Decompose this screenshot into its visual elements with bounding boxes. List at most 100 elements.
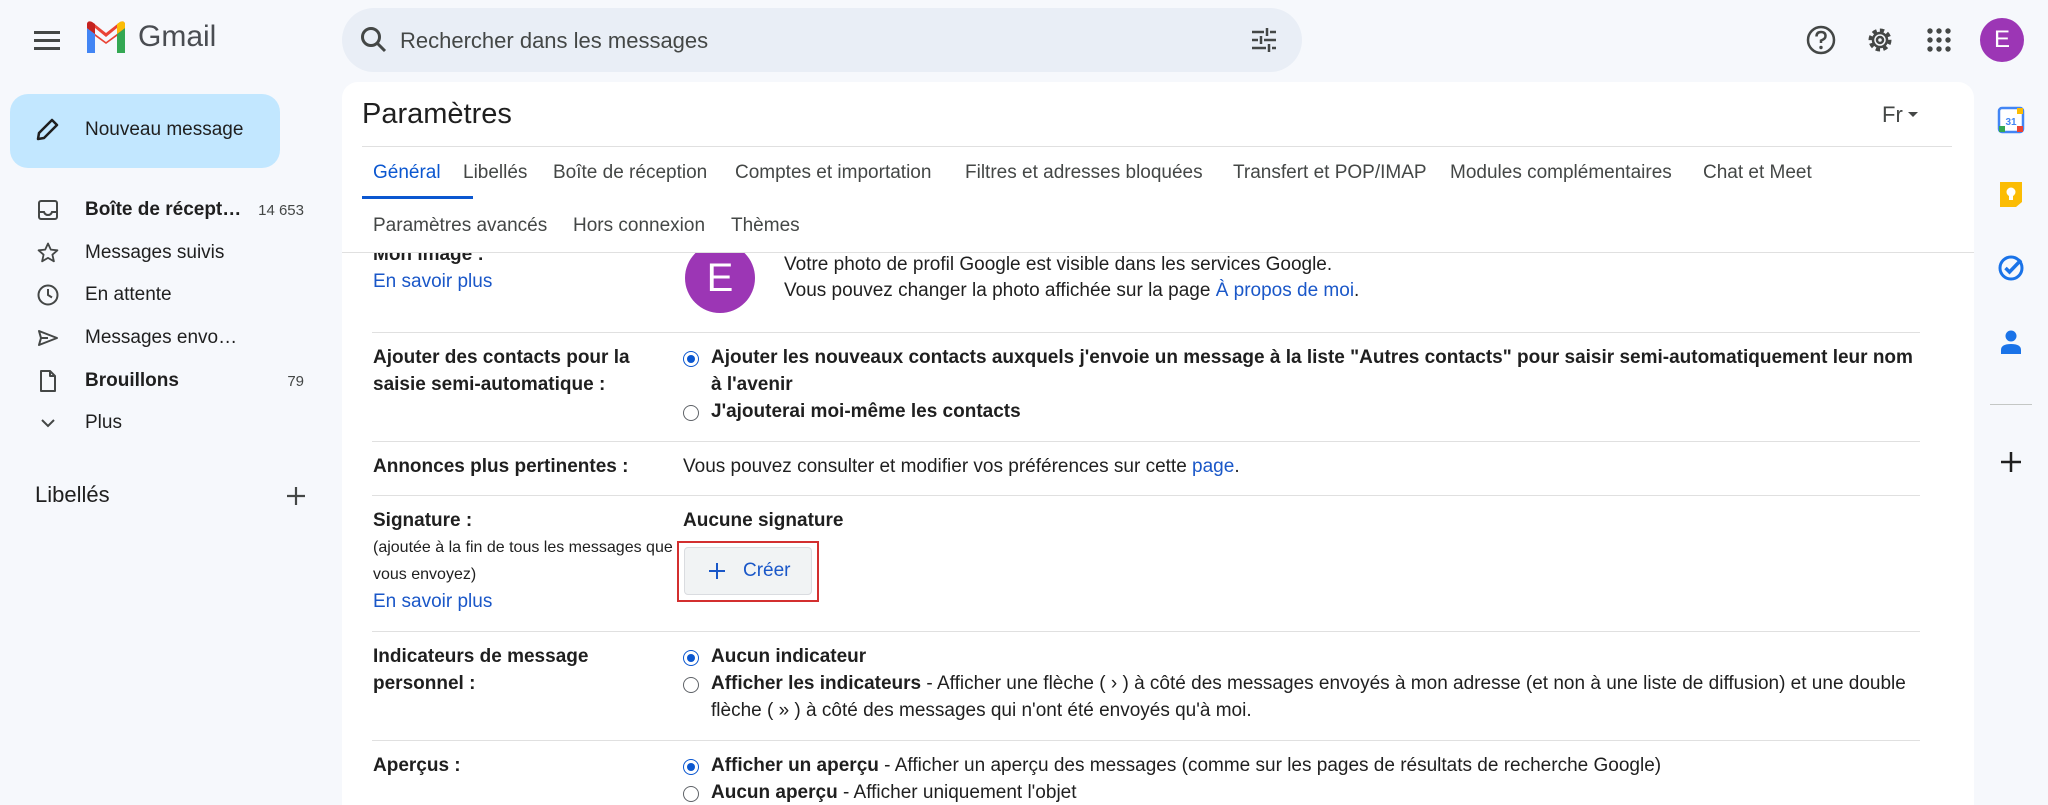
autocomplete-label-line1: Ajouter des contacts pour la [373,347,630,368]
help-button[interactable] [1801,20,1841,60]
no-signature-text: Aucune signature [683,510,844,531]
header-divider [362,146,1952,147]
help-icon [1806,25,1836,55]
draft-count: 79 [287,372,304,390]
send-icon [34,324,62,352]
show-indicators-bold: Afficher les indicateurs [711,673,922,694]
autocomplete-manual-radio[interactable] [683,405,699,421]
compose-button[interactable]: Nouveau message [10,94,280,168]
top-bar: Gmail Rechercher dans les messages E [0,0,2048,80]
tab-general[interactable]: Général [373,162,441,184]
contacts-app-button[interactable] [1995,326,2027,358]
no-indicators-radio[interactable] [683,650,699,666]
row-divider [372,740,1920,741]
row-divider [372,495,1920,496]
indicators-label-line2: personnel : [373,673,476,694]
sidebar-item-starred[interactable]: Messages suivis [0,232,320,274]
previews-label: Aperçus : [373,755,461,776]
tab-labels[interactable]: Libellés [463,162,527,184]
compose-label: Nouveau message [85,119,244,140]
autocomplete-label-line2: saisie semi-automatique : [373,374,606,395]
autocomplete-auto-option-line1: Ajouter les nouveaux contacts auxquels j… [711,347,1913,368]
tasks-app-button[interactable] [1995,252,2027,284]
plus-icon [2001,452,2021,472]
tab-addons[interactable]: Modules complémentaires [1450,162,1672,184]
show-indicators-option-line2: flèche ( » ) à côté des messages qui n'o… [711,700,1252,721]
app-name: Gmail [138,20,217,53]
settings-panel: Paramètres Fr Général Libellés Boîte de … [342,82,1974,805]
sidebar-item-snoozed[interactable]: En attente [0,274,320,316]
tab-inbox[interactable]: Boîte de réception [553,162,707,184]
sidebar-item-label: Boîte de réception [85,199,245,220]
rail-divider [1990,404,2032,405]
no-indicators-option: Aucun indicateur [711,646,867,667]
sidebar-item-drafts[interactable]: Brouillons 79 [0,360,320,402]
row-divider [372,441,1920,442]
tab-chat-meet[interactable]: Chat et Meet [1703,162,1812,184]
tab-forwarding[interactable]: Transfert et POP/IMAP [1233,162,1427,184]
search-input[interactable]: Rechercher dans les messages [400,28,708,54]
settings-content: Mon image : En savoir plus E Votre photo… [342,253,1974,805]
sidebar-item-sent[interactable]: Messages envoyés [0,317,320,359]
signature-learn-more-link[interactable]: En savoir plus [373,591,492,613]
hamburger-menu-icon [34,31,60,50]
row-divider [372,631,1920,632]
active-tab-indicator [362,196,473,199]
tab-offline[interactable]: Hors connexion [573,215,705,237]
create-signature-label: Créer [743,560,791,581]
sidebar-item-more[interactable]: Plus [0,402,320,444]
tab-advanced[interactable]: Paramètres avancés [373,215,547,237]
keep-app-button[interactable] [1995,178,2027,210]
search-options-icon[interactable] [1248,24,1280,56]
show-indicators-radio[interactable] [683,677,699,693]
my-image-learn-more-link[interactable]: En savoir plus [373,271,492,293]
language-label: Fr [1882,102,1903,127]
sidebar-item-label: Brouillons [85,370,179,391]
autocomplete-auto-radio[interactable] [683,351,699,367]
change-photo-suffix: . [1354,280,1360,301]
show-indicators-desc: - Afficher une flèche ( › ) à côté des m… [921,673,1906,694]
sidebar-item-label: Plus [85,412,122,433]
tab-accounts[interactable]: Comptes et importation [735,162,931,184]
sidebar-item-label: Messages envoyés [85,327,245,348]
ads-label: Annonces plus pertinentes : [373,456,629,477]
account-avatar[interactable]: E [1980,18,2024,62]
autocomplete-manual-option: J'ajouterai moi-même les contacts [711,401,1021,422]
search-bar[interactable]: Rechercher dans les messages [342,8,1302,72]
add-label-icon[interactable] [282,482,310,510]
labels-heading: Libellés [35,482,110,507]
get-addons-button[interactable] [1995,446,2027,478]
search-icon[interactable] [358,24,390,56]
sidebar-item-label: En attente [85,284,172,305]
show-preview-radio[interactable] [683,759,699,775]
signature-sub-line1: (ajoutée à la fin de tous les messages q… [373,539,673,556]
contacts-person-icon [2001,330,2021,354]
calendar-icon: 31 [1997,106,2025,134]
calendar-app-button[interactable]: 31 [1995,104,2027,136]
ads-preferences-link[interactable]: page [1192,456,1234,477]
profile-picture[interactable]: E [685,253,755,313]
draft-file-icon [34,367,62,395]
unread-count: 14 653 [258,201,304,219]
gmail-m-icon [87,21,125,53]
gear-icon [1868,28,1892,52]
sidebar-item-inbox[interactable]: Boîte de réception 14 653 [0,189,320,231]
tab-filters[interactable]: Filtres et adresses bloquées [965,162,1203,184]
settings-button[interactable] [1860,20,1900,60]
gmail-logo[interactable]: Gmail [84,20,216,54]
about-me-link[interactable]: À propos de moi [1216,280,1354,301]
star-icon [34,239,62,267]
no-preview-radio[interactable] [683,786,699,802]
tab-themes[interactable]: Thèmes [731,215,800,237]
ads-text-body: Vous pouvez consulter et modifier vos pr… [683,456,1193,477]
profile-photo-info: Votre photo de profil Google est visible… [784,254,1333,275]
tasks-check-icon [1998,255,2024,281]
my-image-label: Mon image : [373,253,484,265]
main-menu-button[interactable] [22,18,74,62]
keep-note-icon [2000,182,2022,207]
input-language-dropdown[interactable]: Fr [1882,102,1919,128]
pencil-icon [36,118,59,141]
create-signature-button[interactable]: Créer [684,547,812,595]
ads-text-suffix: . [1234,456,1240,477]
apps-button[interactable] [1919,20,1959,60]
